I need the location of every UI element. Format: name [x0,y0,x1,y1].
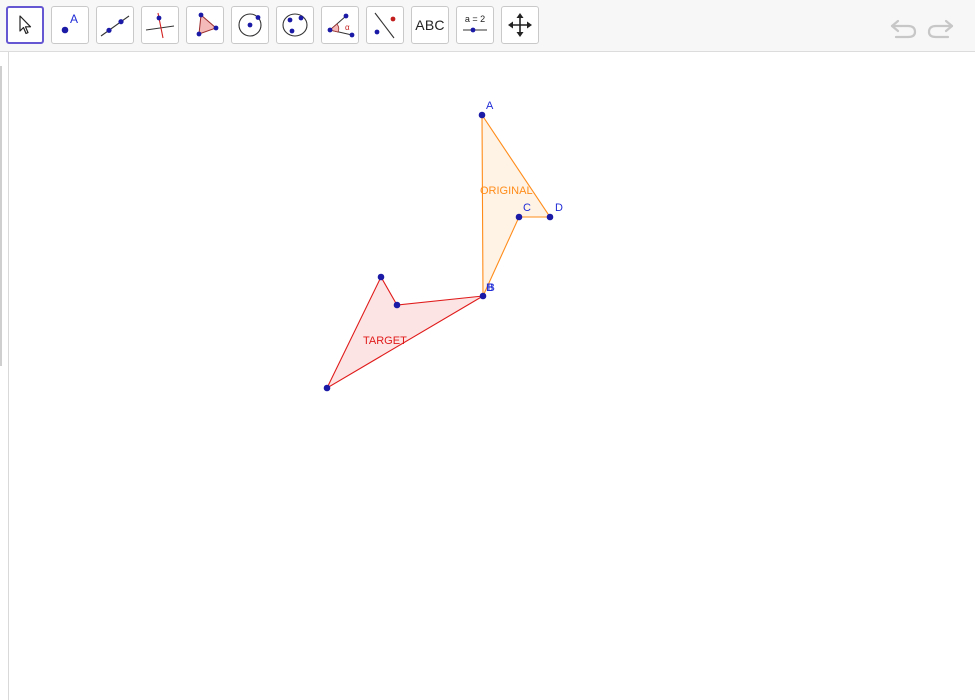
point-icon: A [61,12,78,34]
perpendicular-line-tool-button[interactable] [141,6,179,44]
geogebra-app: A α ABC a = 2 ORIGINAL TARGET A C D B B [0,0,975,700]
point-b-image-label: B [488,282,495,294]
circle-center-point-icon [238,13,262,37]
point-c-label: C [523,202,531,214]
original-polygon-label: ORIGINAL [480,185,533,197]
circle-three-points-icon [282,13,308,37]
move-arrows-icon [508,13,532,37]
target-polygon[interactable] [325,275,484,390]
point-a[interactable] [478,111,486,119]
slider-tool-label: a = 2 [465,14,485,24]
original-polygon[interactable] [481,113,552,297]
target-polygon-label: TARGET [363,335,407,347]
target-vertex-3[interactable] [323,384,331,392]
point-d[interactable] [546,213,554,221]
undo-icon [890,19,917,39]
algebra-view-collapsed-edge[interactable] [0,52,9,700]
point-tool-button[interactable]: A [51,6,89,44]
redo-button[interactable] [924,12,956,42]
point-tool-letter: A [70,12,78,26]
slider-tool-button[interactable]: a = 2 [456,6,494,44]
graphics-view[interactable]: ORIGINAL TARGET A C D B B [10,53,975,700]
polygon-tool-button[interactable] [186,6,224,44]
line-tool-button[interactable] [96,6,134,44]
reflect-about-line-icon [374,12,396,39]
perpendicular-line-icon [145,12,175,39]
text-tool-button[interactable]: ABC [411,6,449,44]
cursor-arrow-icon [19,15,32,35]
target-vertex-1[interactable] [393,301,401,309]
left-edge-scroll-thumb[interactable] [0,66,2,366]
undo-button[interactable] [888,12,920,42]
polygon-icon [196,12,219,37]
move-tool-button[interactable] [6,6,44,44]
slider-icon: a = 2 [463,14,487,33]
point-a-label: A [486,100,494,112]
text-tool-label: ABC [415,17,445,33]
target-vertex-2[interactable] [377,273,385,281]
circle-through-points-tool-button[interactable] [276,6,314,44]
circle-tool-button[interactable] [231,6,269,44]
point-d-label: D [555,202,563,214]
line-through-points-icon [100,15,130,37]
angle-icon: α [327,13,355,38]
toolbar: A α ABC a = 2 [0,0,975,52]
move-graphics-view-tool-button[interactable] [501,6,539,44]
reflect-about-line-tool-button[interactable] [366,6,404,44]
angle-tool-button[interactable]: α [321,6,359,44]
redo-icon [927,19,954,39]
point-c[interactable] [515,213,523,221]
angle-tool-alpha: α [345,23,350,32]
